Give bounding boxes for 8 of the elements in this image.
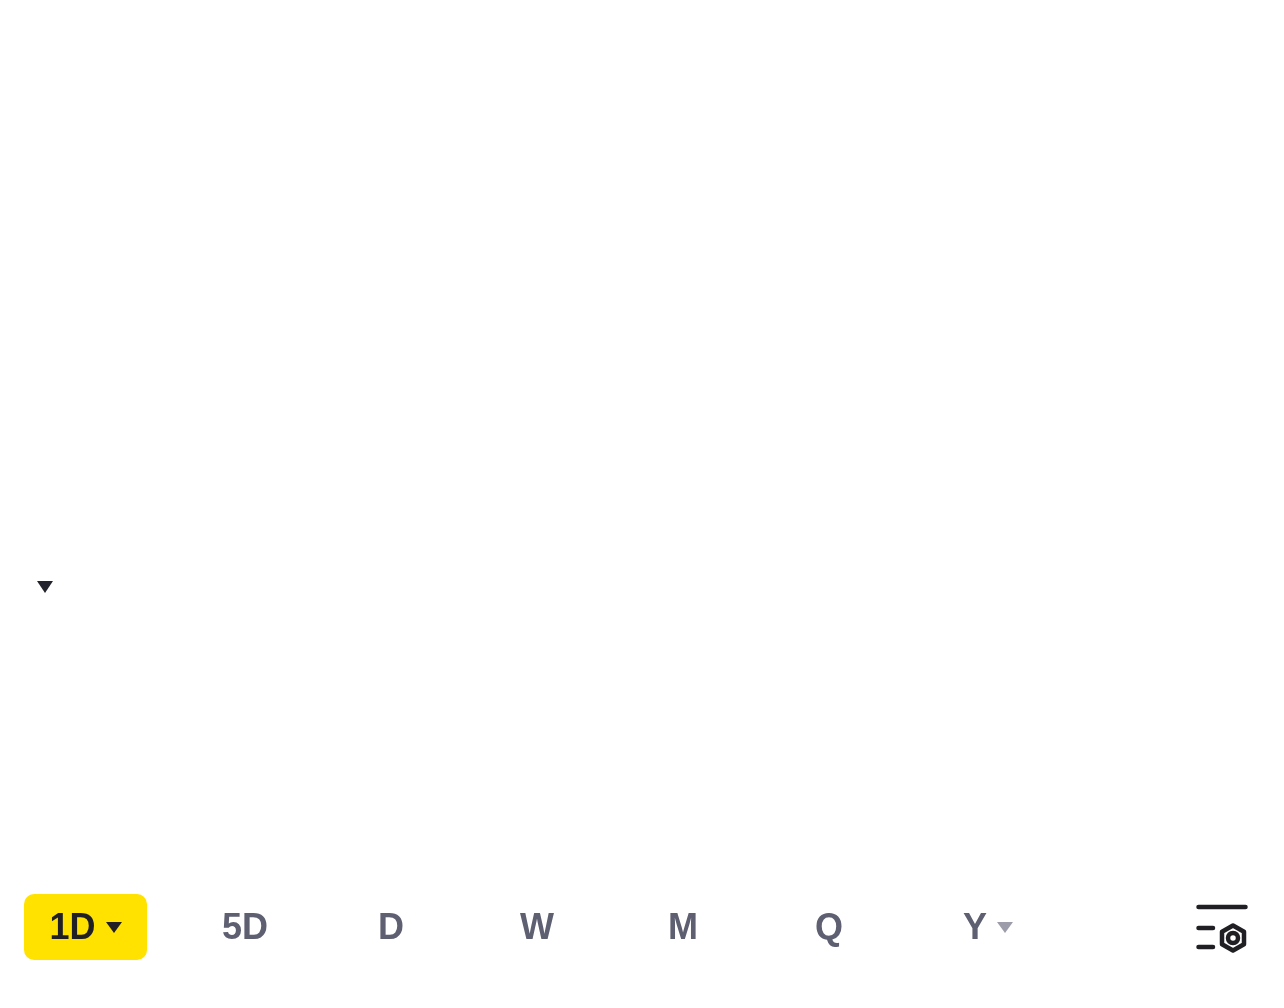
- down-triangle-icon: [37, 581, 53, 593]
- timeframe-tab[interactable]: M: [610, 894, 756, 960]
- timeframe-tab[interactable]: W: [464, 894, 610, 960]
- timeframe-tab[interactable]: 1D: [24, 894, 147, 960]
- timeframe-tab[interactable]: 5D: [172, 894, 318, 960]
- timeframe-tab[interactable]: Q: [756, 894, 902, 960]
- timeframe-tab[interactable]: Y: [902, 894, 1048, 960]
- timeframe-tab[interactable]: D: [318, 894, 464, 960]
